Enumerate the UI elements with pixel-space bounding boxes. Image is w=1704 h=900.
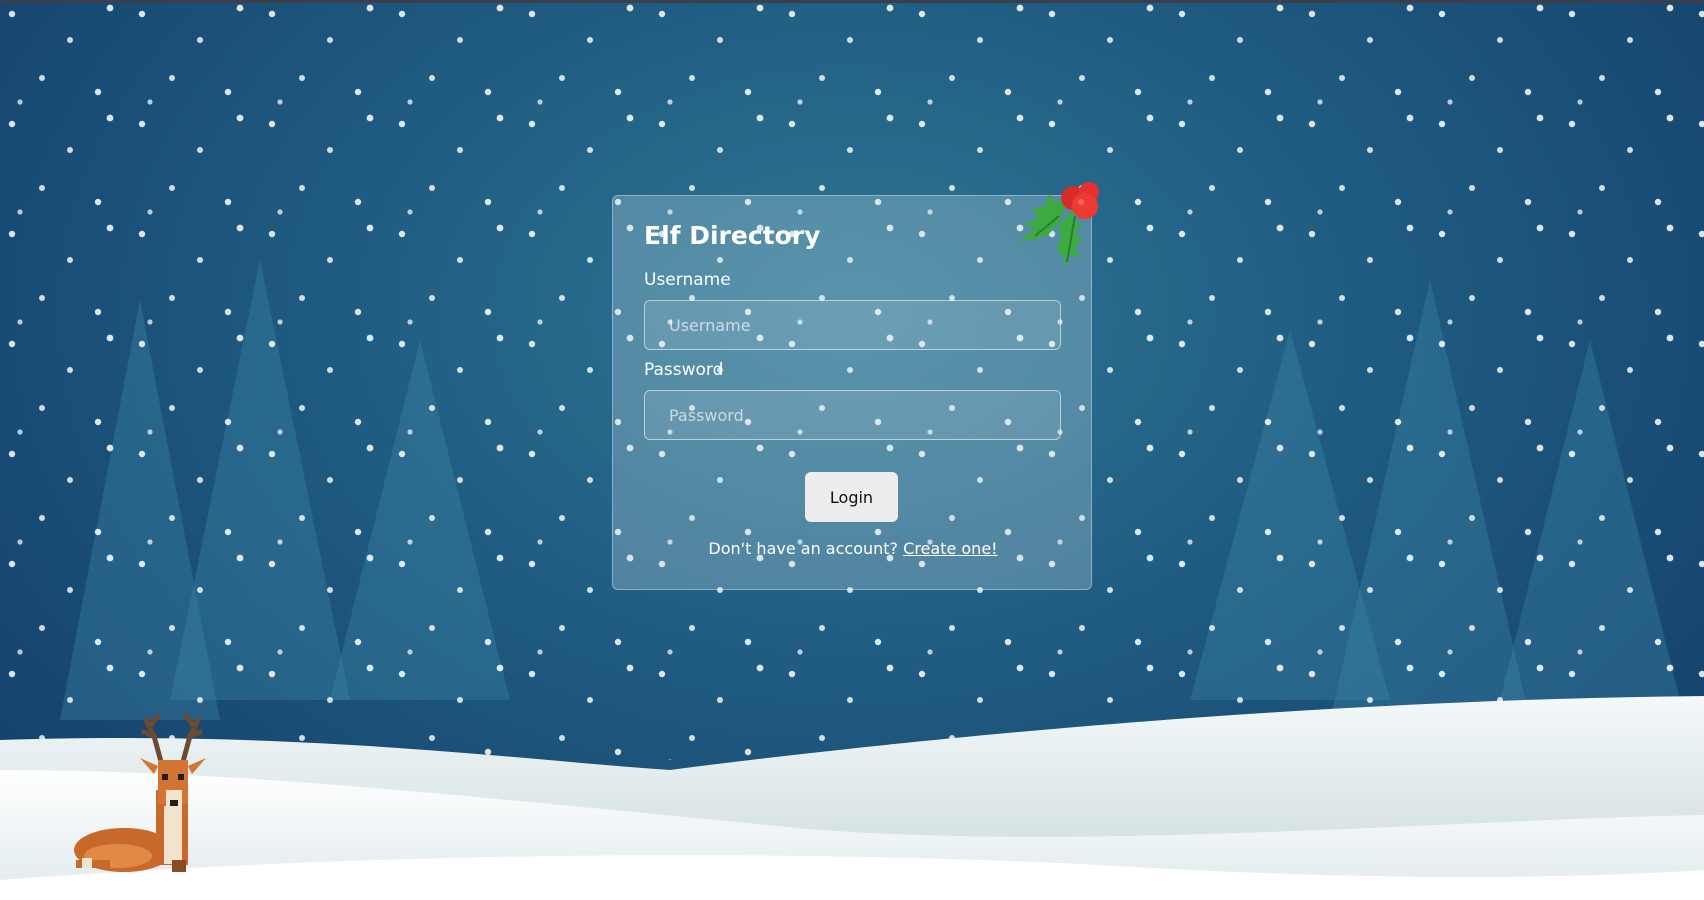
login-button[interactable]: Login [805,472,898,522]
page-title: Elf Directory [644,221,821,250]
username-label: Username [644,270,731,290]
username-input[interactable] [644,300,1061,350]
winter-background: Elf Directory Username Password Login Do… [0,0,1704,900]
holly-icon [1019,182,1099,268]
reindeer-icon [74,712,206,872]
password-label: Password [644,360,724,380]
signup-prompt-text: Don't have an account? [708,539,899,558]
create-account-link[interactable]: Create one! [903,539,997,558]
password-input[interactable] [644,390,1061,440]
signup-prompt: Don't have an account? Create one! [613,539,1093,558]
